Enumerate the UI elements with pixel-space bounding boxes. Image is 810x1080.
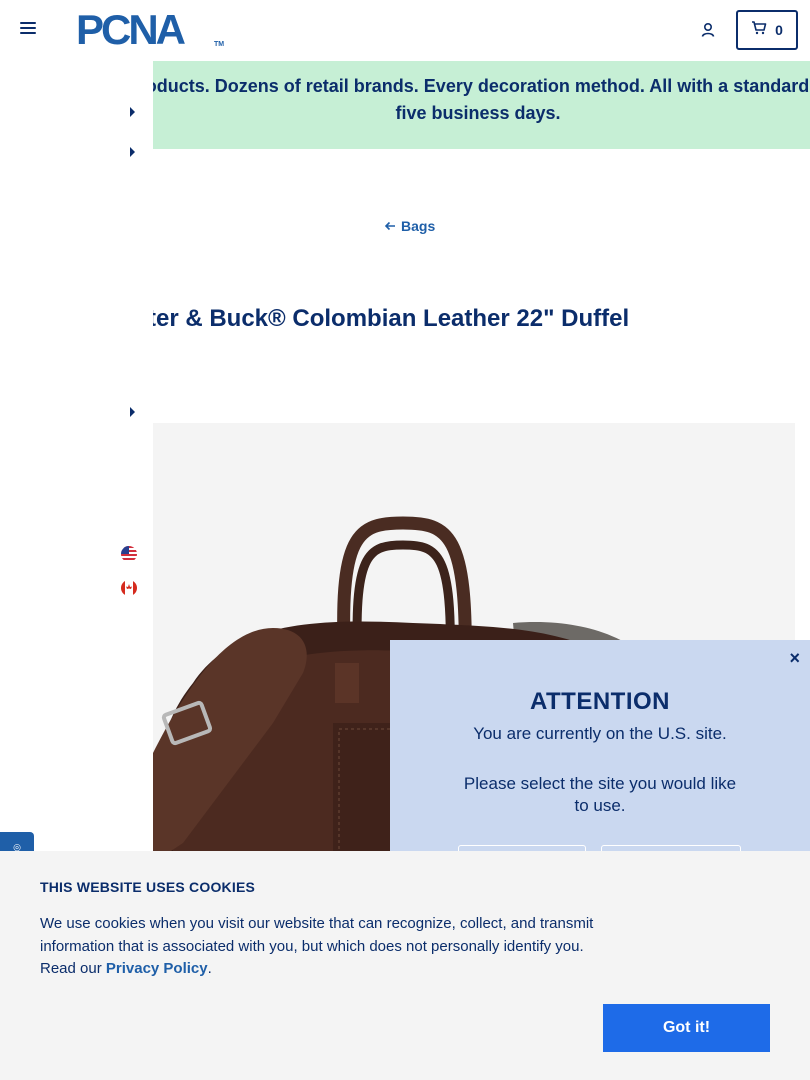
privacy-policy-link[interactable]: Privacy Policy [106, 960, 208, 977]
user-icon[interactable] [700, 22, 716, 38]
us-flag-icon[interactable] [121, 546, 137, 562]
caret-right-icon[interactable] [130, 147, 135, 157]
close-icon[interactable]: × [789, 648, 800, 669]
arrow-left-icon [384, 221, 395, 231]
cookie-text: We use cookies when you visit our websit… [40, 913, 600, 981]
pcna-logo[interactable]: PCNA [76, 9, 186, 51]
cart-count: 0 [775, 22, 783, 38]
modal-instruction: Please select the site you would like to… [463, 774, 737, 815]
accept-cookies-button[interactable]: Got it! [603, 1004, 770, 1052]
logo-trademark: TM [214, 41, 225, 48]
cookie-heading: THIS WEBSITE USES COOKIES [40, 879, 256, 895]
promo-banner: Thousands of products. Dozens of retail … [153, 61, 810, 149]
promo-text: Thousands of products. Dozens of retail … [153, 76, 810, 123]
hamburger-menu-icon[interactable] [20, 22, 36, 38]
caret-right-icon[interactable] [130, 107, 135, 117]
canada-flag-icon[interactable] [121, 580, 137, 596]
cookie-banner: THIS WEBSITE USES COOKIES We use cookies… [0, 851, 810, 1080]
cookie-text-end: . [207, 960, 212, 977]
site-header: PCNA TM 0 [0, 0, 810, 61]
modal-current-site: You are currently on the U.S. site. [473, 724, 727, 743]
cart-icon [751, 20, 767, 40]
back-link-label: Bags [401, 218, 436, 234]
modal-heading: ATTENTION [529, 688, 671, 715]
back-to-category-link[interactable]: Bags [384, 218, 435, 234]
caret-right-icon[interactable] [130, 407, 135, 417]
product-title-container: Cutter & Buck® Colombian Leather 22" Duf… [153, 305, 810, 339]
product-title: Cutter & Buck® Colombian Leather 22" Duf… [153, 305, 630, 332]
cart-button[interactable]: 0 [736, 10, 798, 50]
